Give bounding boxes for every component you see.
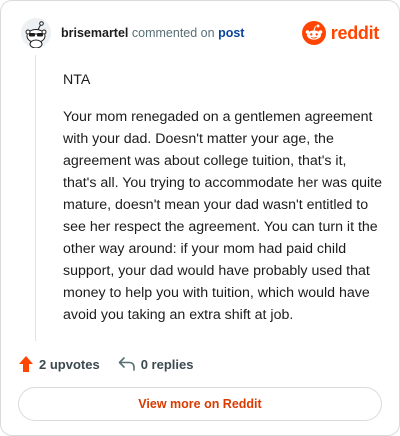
thread-line xyxy=(35,55,36,341)
comment-meta: brisemartel commented on post xyxy=(61,26,244,40)
comment-paragraph: Your mom renegaded on a gentlemen agreem… xyxy=(63,109,382,323)
commented-on-text: commented on xyxy=(131,26,215,40)
upvote-count: 2 upvotes xyxy=(39,356,100,372)
view-more-button[interactable]: View more on Reddit xyxy=(18,387,382,421)
reddit-logo-icon xyxy=(301,21,326,45)
comment-paragraph: NTA xyxy=(63,72,91,88)
reply-count: 0 replies xyxy=(140,356,194,372)
comment-embed-card: brisemartel commented on post reddit NTA… xyxy=(0,0,400,436)
comment-actions: 2 upvotes 0 replies xyxy=(18,353,379,375)
username-link[interactable]: brisemartel xyxy=(61,26,128,40)
upvote-button[interactable]: 2 upvotes xyxy=(18,355,100,373)
upvote-arrow-icon xyxy=(19,356,33,372)
reply-button[interactable]: 0 replies xyxy=(118,356,194,372)
reddit-brand[interactable]: reddit xyxy=(301,21,380,45)
post-link[interactable]: post xyxy=(218,26,244,40)
reddit-wordmark: reddit xyxy=(330,22,380,43)
comment-body: NTA Your mom renegaded on a gentlemen ag… xyxy=(63,69,383,341)
snoo-sunglasses-avatar-icon xyxy=(21,18,51,48)
user-avatar[interactable] xyxy=(21,18,51,48)
comment-header: brisemartel commented on post reddit xyxy=(21,17,379,49)
reply-arrow-icon xyxy=(118,357,135,371)
